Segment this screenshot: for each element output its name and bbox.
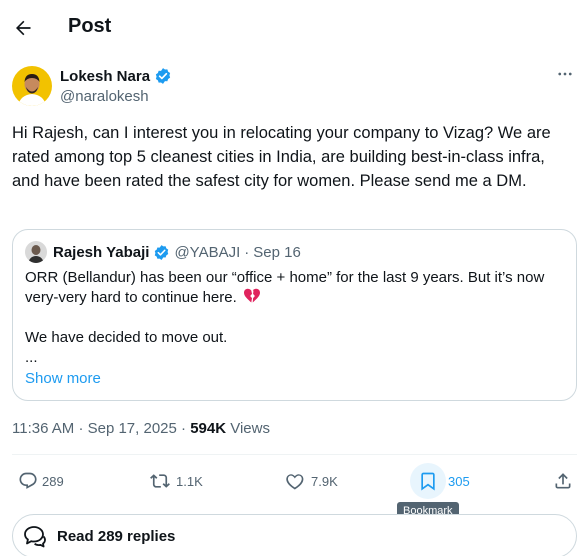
quote-tweet-card[interactable]: Rajesh Yabaji @YABAJI · Sep 16 ORR (Bell… [12, 229, 577, 401]
views-label: Views [230, 420, 270, 437]
like-icon-wrap [277, 463, 313, 499]
broken-heart-icon [243, 288, 260, 303]
reply-button[interactable]: 289 [10, 461, 64, 501]
reply-count: 289 [42, 473, 64, 489]
heart-icon [286, 474, 304, 490]
page-title: Post [68, 15, 112, 37]
bookmark-button[interactable]: 305 [410, 461, 470, 501]
post-time[interactable]: 11:36 AM [12, 420, 74, 437]
quote-line-1: ORR (Bellandur) has been our “office + h… [25, 269, 545, 286]
quote-header: Rajesh Yabaji @YABAJI · Sep 16 [53, 244, 301, 261]
repost-button[interactable]: 1.1K [142, 461, 203, 501]
repost-icon [150, 474, 170, 488]
chat-bubbles-icon [24, 526, 46, 548]
post-header: Post [0, 0, 577, 56]
action-bar: 289 1.1K 7.9K 305 [0, 461, 577, 501]
views-count: 594K [190, 420, 227, 437]
quote-separator: · [244, 244, 250, 261]
read-replies-button[interactable]: Read 289 replies [12, 514, 577, 556]
reply-icon-wrap [10, 463, 46, 499]
quote-line-2: very-very hard to continue here. [25, 289, 237, 306]
timestamp-separator: · [78, 420, 84, 437]
tweet-text: Hi Rajesh, can I interest you in relocat… [12, 124, 551, 190]
quote-text: ORR (Bellandur) has been our “office + h… [25, 268, 570, 368]
quote-line-4: ... [25, 349, 38, 366]
share-icon [555, 473, 571, 489]
like-button[interactable]: 7.9K [277, 461, 338, 501]
quote-blank-line [25, 308, 570, 328]
repost-count: 1.1K [176, 473, 203, 489]
back-button[interactable] [8, 10, 38, 46]
like-count: 7.9K [311, 473, 338, 489]
quote-author-handle: @YABAJI [174, 244, 241, 261]
quote-date: Sep 16 [253, 244, 301, 261]
quote-author-name: Rajesh Yabaji [53, 244, 150, 261]
show-more-link[interactable]: Show more [25, 370, 101, 387]
more-button[interactable] [553, 62, 577, 86]
quote-avatar [25, 241, 47, 263]
avatar[interactable] [12, 66, 52, 106]
reply-icon [19, 472, 37, 489]
author-handle[interactable]: @naralokesh [60, 88, 149, 105]
share-icon-wrap [545, 463, 577, 499]
bookmark-icon-wrap [410, 463, 446, 499]
share-button[interactable] [545, 461, 577, 501]
arrow-left-icon [16, 20, 31, 36]
bookmark-icon [421, 472, 435, 491]
bookmark-count: 305 [448, 473, 470, 489]
verified-badge-icon [155, 245, 169, 260]
timestamp-separator: · [181, 420, 187, 437]
read-replies-label: Read 289 replies [57, 527, 176, 545]
quote-line-2-wrap: very-very hard to continue here. [25, 288, 570, 308]
author-name-text: Lokesh Nara [60, 67, 151, 85]
post-date[interactable]: Sep 17, 2025 [88, 420, 177, 437]
author-name[interactable]: Lokesh Nara [60, 67, 172, 85]
divider [12, 454, 577, 455]
more-dots-icon [558, 72, 572, 76]
repost-icon-wrap [142, 463, 178, 499]
post-timestamp: 11:36 AM · Sep 17, 2025 · 594K Views [12, 420, 270, 437]
quote-line-3: We have decided to move out. [25, 329, 228, 346]
verified-badge-icon [155, 68, 171, 84]
